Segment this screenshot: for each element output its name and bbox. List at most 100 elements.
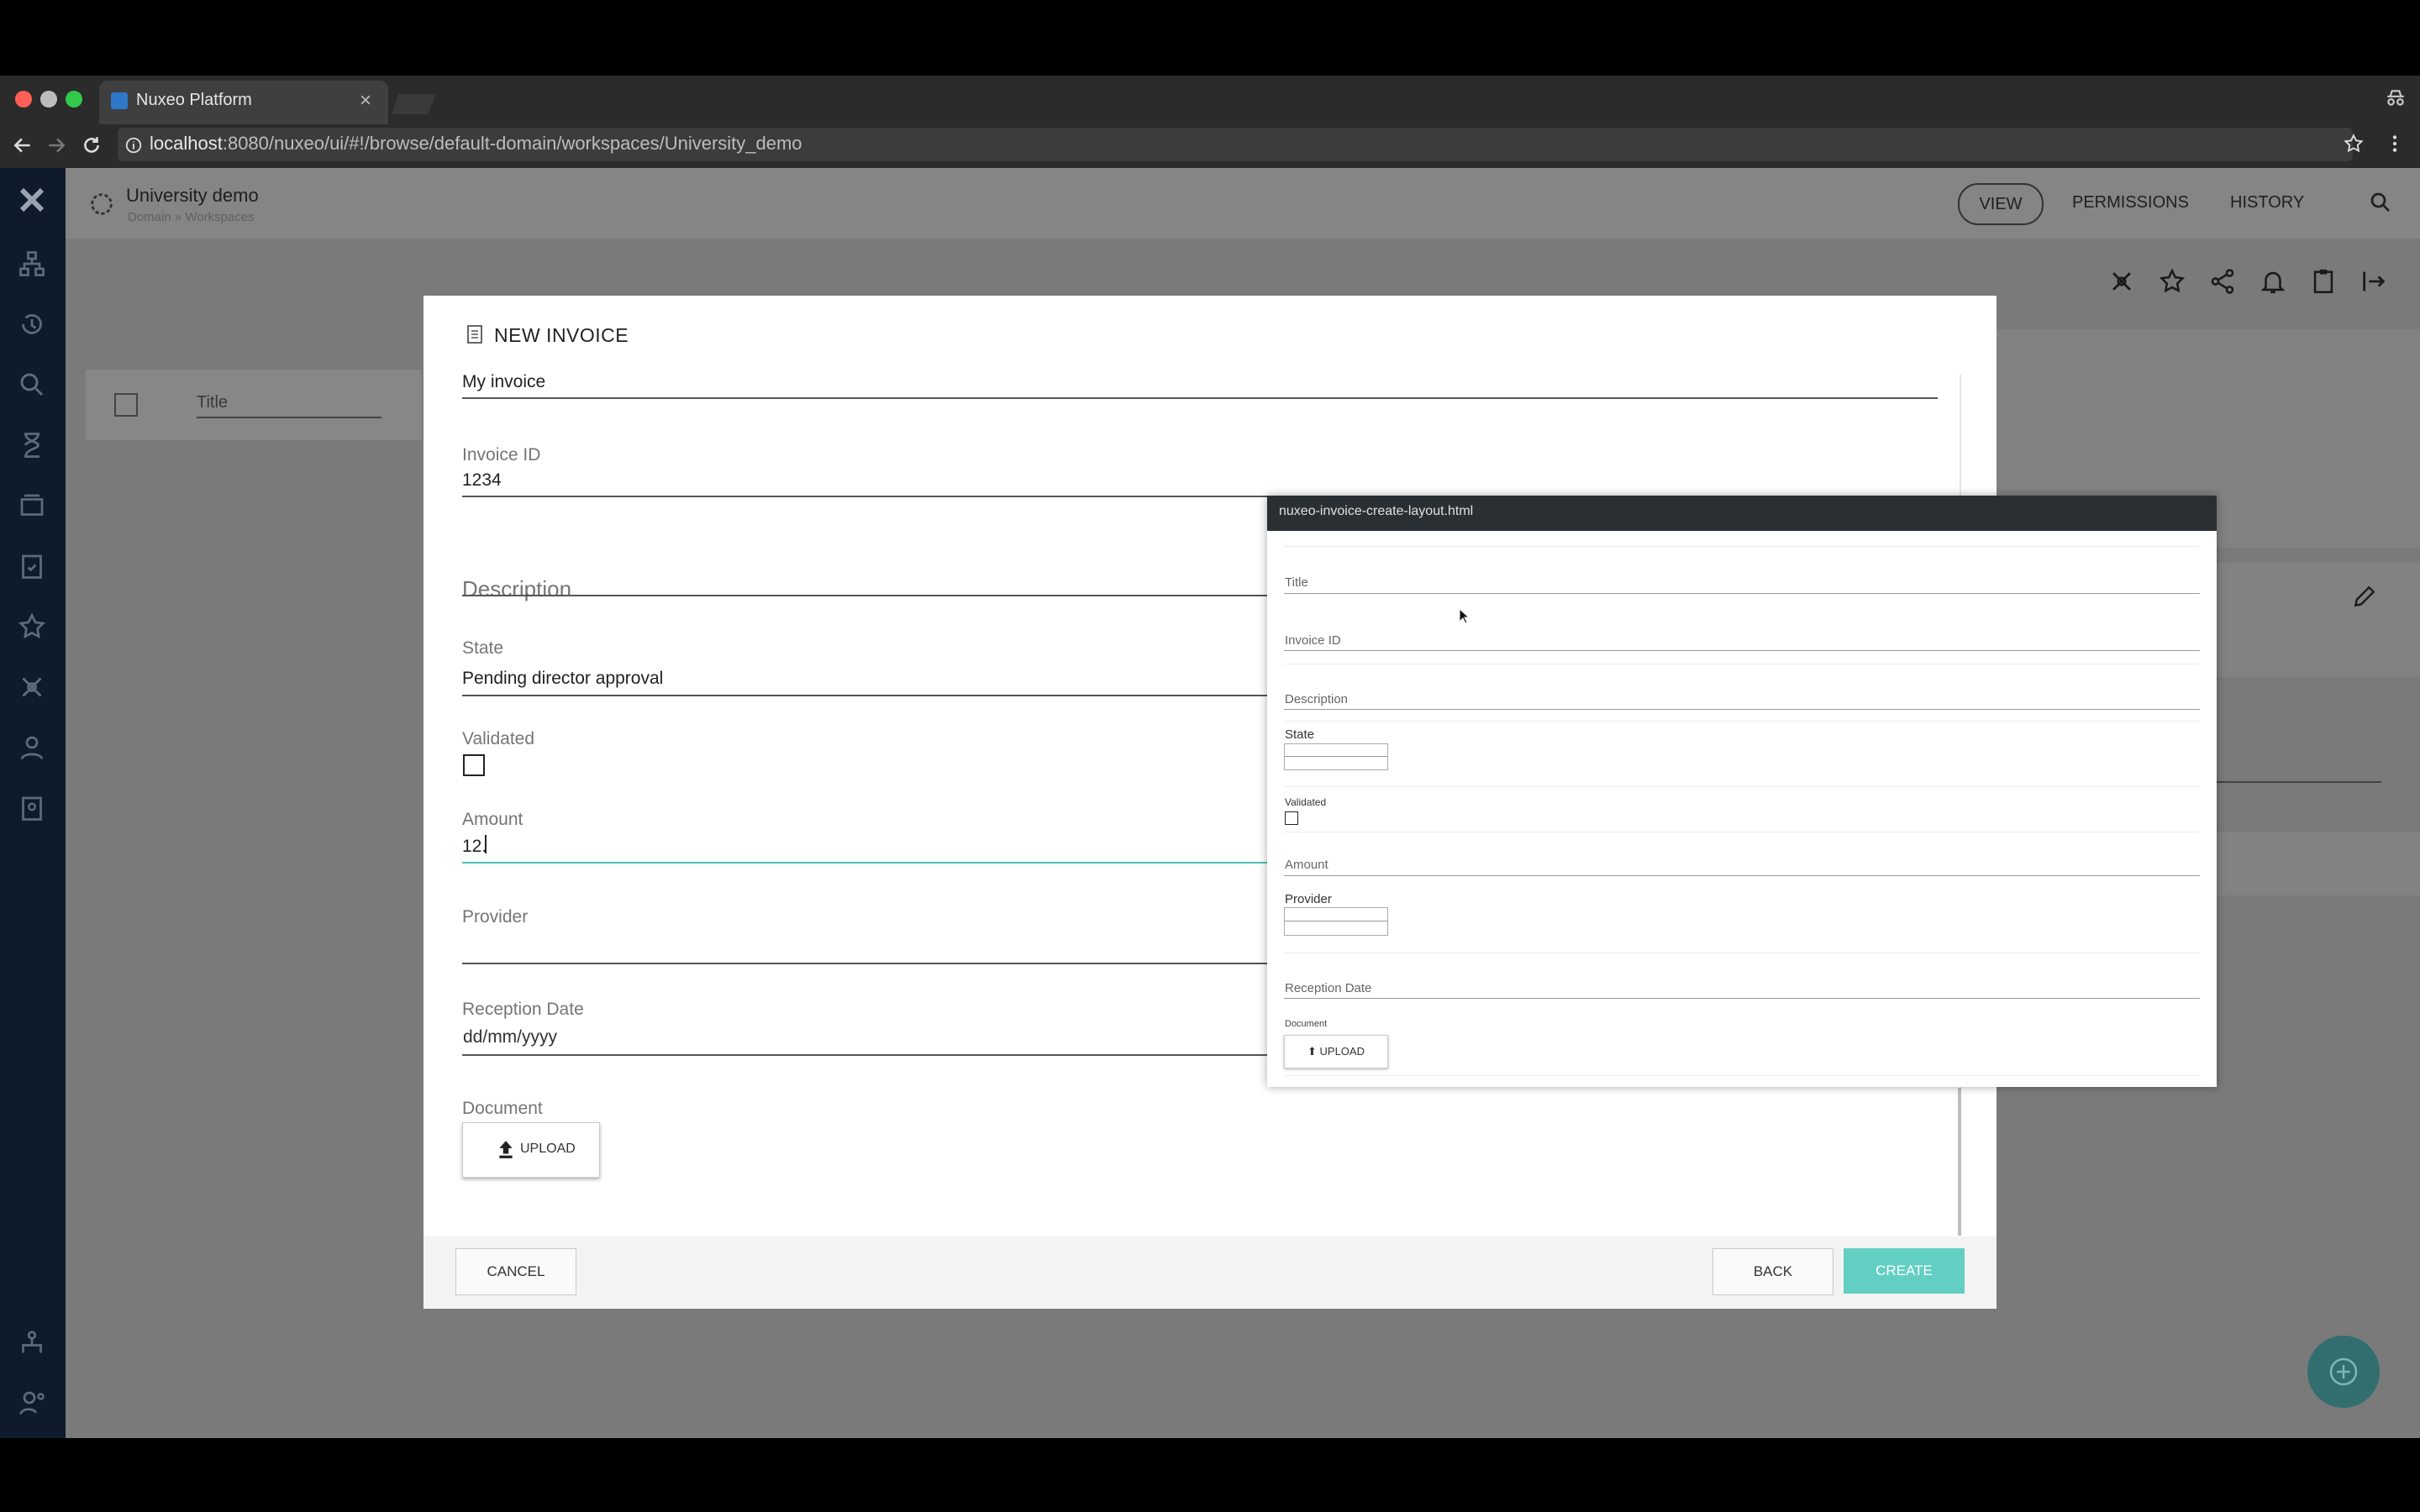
preview-invoice-id-underline bbox=[1284, 650, 2200, 651]
state-underline bbox=[462, 695, 1269, 696]
url-path: :8080/nuxeo/ui/#!/browse/default-domain/… bbox=[222, 133, 802, 154]
tab-view[interactable]: VIEW bbox=[1958, 183, 2044, 225]
preview-amount-underline bbox=[1284, 875, 2200, 876]
id-badge-icon[interactable] bbox=[17, 793, 47, 823]
title-field-value[interactable]: My invoice bbox=[462, 372, 545, 392]
window-close-dot[interactable] bbox=[15, 91, 32, 108]
mouse-pointer-icon bbox=[1459, 608, 1470, 625]
workspace-spinner-icon bbox=[87, 190, 116, 218]
window-minimize-dot[interactable] bbox=[40, 91, 57, 108]
preview-description-underline bbox=[1284, 709, 2200, 710]
preview-document-label: Document bbox=[1285, 1019, 1328, 1029]
admin-tree-icon[interactable] bbox=[17, 1329, 47, 1359]
notification-bell-icon[interactable] bbox=[2259, 267, 2287, 296]
invoice-document-icon bbox=[466, 324, 484, 344]
preview-separator bbox=[1284, 721, 2200, 722]
list-column-title[interactable]: Title bbox=[197, 393, 228, 412]
preview-state-select bbox=[1284, 743, 1388, 770]
favorite-star-icon[interactable] bbox=[2158, 267, 2186, 296]
new-tab-button[interactable] bbox=[391, 94, 436, 114]
back-button[interactable]: BACK bbox=[1712, 1248, 1833, 1295]
preview-title-underline bbox=[1284, 593, 2200, 594]
title-field-underline bbox=[462, 397, 1938, 399]
description-label[interactable]: Description bbox=[462, 576, 571, 602]
create-button[interactable]: CREATE bbox=[1844, 1248, 1965, 1294]
tasks-icon[interactable] bbox=[17, 551, 47, 581]
text-cursor bbox=[485, 835, 487, 853]
page-title: University demo bbox=[126, 185, 259, 206]
favorites-star-icon[interactable] bbox=[17, 612, 47, 642]
dialog-scrollbar[interactable] bbox=[1958, 1088, 1961, 1236]
provider-label: Provider bbox=[462, 907, 529, 927]
state-label: State bbox=[462, 638, 504, 658]
amount-focus-underline bbox=[462, 862, 1269, 864]
preview-state-label: State bbox=[1285, 727, 1315, 742]
invoice-id-field-value[interactable]: 1234 bbox=[462, 470, 502, 491]
hourglass-icon[interactable] bbox=[17, 430, 47, 460]
preview-state-select-divider bbox=[1285, 756, 1387, 757]
amount-label: Amount bbox=[462, 810, 523, 829]
select-all-checkbox[interactable] bbox=[114, 393, 138, 417]
preview-upload-icon: ⬆ bbox=[1307, 1045, 1320, 1058]
url-host: localhost bbox=[150, 133, 223, 154]
amount-field-value[interactable]: 12. bbox=[462, 837, 487, 857]
reload-icon[interactable] bbox=[81, 134, 103, 156]
search-icon[interactable] bbox=[17, 370, 47, 400]
back-arrow-icon[interactable] bbox=[12, 134, 34, 156]
preview-separator bbox=[1284, 1075, 2200, 1076]
export-icon[interactable] bbox=[2360, 267, 2388, 296]
window-zoom-dot[interactable] bbox=[66, 91, 82, 108]
provider-underline[interactable] bbox=[462, 963, 1269, 964]
share-icon[interactable] bbox=[2208, 267, 2237, 296]
upload-button[interactable]: UPLOAD bbox=[462, 1122, 600, 1178]
preview-description-label: Description bbox=[1285, 692, 1349, 706]
upload-button-label: UPLOAD bbox=[520, 1142, 576, 1156]
clipboard-network-icon[interactable] bbox=[17, 672, 47, 702]
bookmark-star-icon[interactable] bbox=[2343, 133, 2365, 155]
history-icon[interactable] bbox=[17, 309, 47, 339]
tab-history[interactable]: HISTORY bbox=[2230, 183, 2304, 222]
clipboard-icon[interactable] bbox=[2309, 267, 2338, 296]
validated-checkbox[interactable] bbox=[463, 754, 485, 776]
side-field-underline bbox=[2217, 781, 2381, 783]
header-search-icon[interactable] bbox=[2368, 190, 2393, 215]
nuxeo-favicon-icon bbox=[111, 92, 128, 109]
preview-validated-checkbox bbox=[1285, 811, 1298, 825]
cancel-button[interactable]: CANCEL bbox=[455, 1248, 576, 1295]
preview-upload-button: ⬆ UPLOAD bbox=[1284, 1035, 1388, 1068]
state-select-value[interactable]: Pending director approval bbox=[462, 669, 663, 689]
user-settings-icon[interactable] bbox=[17, 1388, 47, 1418]
preview-filename: nuxeo-invoice-create-layout.html bbox=[1279, 504, 1474, 518]
app-header bbox=[66, 168, 2420, 239]
browser-menu-icon[interactable] bbox=[2386, 133, 2403, 155]
url-text: localhost:8080/nuxeo/ui/#!/browse/defaul… bbox=[150, 133, 802, 155]
preview-provider-select bbox=[1284, 907, 1388, 936]
browse-tree-icon[interactable] bbox=[17, 249, 47, 279]
document-label: Document bbox=[462, 1099, 543, 1118]
dialog-title: NEW INVOICE bbox=[494, 324, 629, 346]
title-filter-underline bbox=[197, 417, 381, 418]
preview-validated-label: Validated bbox=[1285, 796, 1327, 808]
preview-invoice-id-label: Invoice ID bbox=[1285, 633, 1341, 648]
preview-separator bbox=[1284, 786, 2200, 787]
collections-icon[interactable] bbox=[17, 491, 47, 521]
workflow-icon[interactable] bbox=[2107, 267, 2136, 296]
reception-date-label: Reception Date bbox=[462, 1000, 584, 1019]
preview-upload-label: UPLOAD bbox=[1319, 1045, 1365, 1058]
preview-reception-date-label: Reception Date bbox=[1285, 981, 1372, 995]
breadcrumb[interactable]: Domain » Workspaces bbox=[128, 210, 255, 224]
tab-close-icon[interactable]: × bbox=[360, 89, 371, 113]
edit-pencil-icon[interactable] bbox=[2351, 583, 2378, 610]
preview-separator bbox=[1284, 546, 2200, 547]
reception-date-underline bbox=[462, 1054, 1269, 1056]
description-underline bbox=[462, 595, 1269, 596]
nuxeo-logo-icon[interactable] bbox=[17, 185, 47, 215]
tab-permissions[interactable]: PERMISSIONS bbox=[2072, 183, 2189, 222]
preview-title-label: Title bbox=[1285, 575, 1308, 590]
forward-arrow-icon[interactable] bbox=[45, 134, 67, 156]
site-info-icon[interactable] bbox=[124, 136, 143, 155]
create-document-fab[interactable] bbox=[2307, 1336, 2380, 1408]
user-worker-icon[interactable] bbox=[17, 732, 47, 763]
reception-date-input[interactable]: dd/mm/yyyy bbox=[463, 1027, 557, 1047]
invoice-id-label: Invoice ID bbox=[462, 445, 541, 465]
